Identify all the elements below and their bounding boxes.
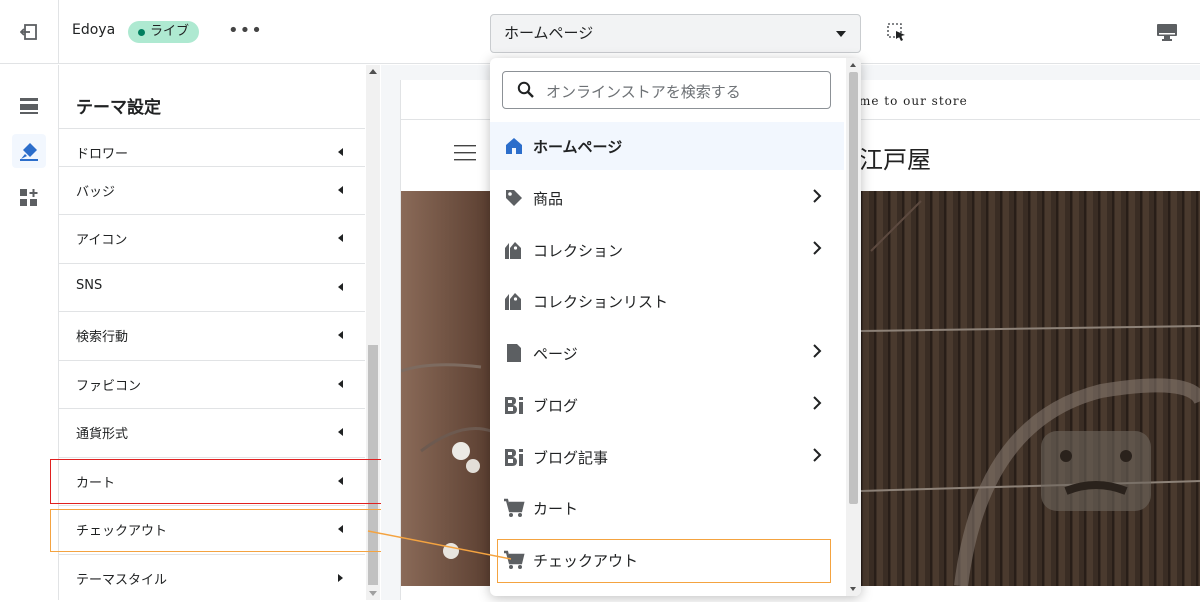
dropdown-item-label: 商品 <box>533 190 564 208</box>
setting-label: テーマスタイル <box>76 573 168 588</box>
chevron-right-icon <box>813 189 822 203</box>
scrollbar-thumb[interactable] <box>849 72 858 504</box>
highlight-checkout <box>50 509 382 552</box>
scroll-up-icon[interactable] <box>369 69 377 74</box>
store-name: Edoya <box>72 22 116 38</box>
caret-down-icon <box>836 31 846 37</box>
chevron-right-icon <box>813 396 822 410</box>
inspect-icon <box>887 23 905 41</box>
cart-icon <box>504 498 525 517</box>
dropdown-item-collections[interactable]: コレクション <box>490 226 844 274</box>
caret-left-icon <box>338 186 343 194</box>
store-logo[interactable]: 江戸屋 <box>859 140 931 175</box>
dropdown-item-label: ページ <box>533 345 578 363</box>
more-actions-button[interactable]: ••• <box>228 22 263 40</box>
dropdown-item-pages[interactable]: ページ <box>490 329 844 377</box>
dropdown-item-blogs[interactable]: ブログ <box>490 381 844 429</box>
setting-row-theme-style[interactable]: テーマスタイル <box>59 554 365 602</box>
blog-icon <box>505 449 523 466</box>
live-dot-icon <box>138 28 145 36</box>
sections-button[interactable] <box>12 89 46 123</box>
status-badge: ライブ <box>128 21 200 43</box>
dropdown-item-label: コレクション <box>533 242 624 260</box>
search-placeholder: オンラインストアを検索する <box>546 83 741 101</box>
theme-settings-button[interactable] <box>12 134 46 168</box>
panel-title: テーマ設定 <box>76 98 161 118</box>
top-bar: Edoya ライブ ••• ホームページ <box>0 0 1200 64</box>
collection-icon <box>505 293 521 310</box>
scroll-down-icon[interactable] <box>850 587 856 591</box>
desktop-icon <box>1157 24 1177 41</box>
dropdown-item-home[interactable]: ホームページ <box>490 122 844 170</box>
dropdown-item-cart[interactable]: カート <box>490 484 844 532</box>
blog-icon <box>505 397 523 414</box>
page-select[interactable]: ホームページ <box>490 14 861 53</box>
inspector-button[interactable] <box>886 22 908 46</box>
setting-row-icons[interactable]: アイコン <box>59 214 365 262</box>
setting-row-currency[interactable]: 通貨形式 <box>59 408 365 456</box>
dropdown-item-label: カート <box>533 500 579 518</box>
dropdown-item-collection-list[interactable]: コレクションリスト <box>490 277 844 325</box>
dropdown-scrollbar[interactable] <box>846 58 861 596</box>
tag-icon <box>506 190 522 206</box>
collection-icon <box>505 242 521 259</box>
dropdown-item-label: ブログ <box>533 397 579 415</box>
dropdown-item-blog-posts[interactable]: ブログ記事 <box>490 433 844 481</box>
dropdown-item-label: ブログ記事 <box>533 449 609 467</box>
exit-button[interactable] <box>0 0 59 64</box>
dropdown-item-products[interactable]: 商品 <box>490 174 844 222</box>
caret-left-icon <box>338 380 343 388</box>
caret-left-icon <box>338 283 343 291</box>
chevron-right-icon <box>813 448 822 462</box>
chevron-right-icon <box>813 344 822 358</box>
setting-label: ファビコン <box>76 379 142 394</box>
caret-left-icon <box>338 331 343 339</box>
setting-label: アイコン <box>76 233 128 248</box>
page-select-value: ホームページ <box>504 24 594 42</box>
announcement-text: me to our store <box>859 94 968 108</box>
page-select-dropdown: オンラインストアを検索する ホームページ 商品 コレクション コレクションリスト… <box>490 58 861 596</box>
scroll-down-icon[interactable] <box>369 591 377 596</box>
setting-label: SNS <box>76 278 103 293</box>
setting-label: バッジ <box>76 185 116 200</box>
home-icon <box>506 138 522 154</box>
setting-label: 検索行動 <box>76 330 129 345</box>
menu-icon[interactable] <box>454 144 476 166</box>
search-icon <box>517 81 534 98</box>
apps-button[interactable] <box>12 181 46 215</box>
search-input[interactable]: オンラインストアを検索する <box>502 71 831 109</box>
sections-icon <box>20 98 38 114</box>
setting-label: 通貨形式 <box>76 427 129 442</box>
highlight-dropdown-checkout <box>497 539 831 583</box>
caret-left-icon <box>338 428 343 436</box>
page-icon <box>507 344 521 362</box>
scroll-up-icon[interactable] <box>850 63 856 67</box>
caret-left-icon <box>338 148 343 156</box>
caret-left-icon <box>338 234 343 242</box>
apps-icon <box>20 189 38 206</box>
setting-row-sns[interactable]: SNS <box>59 263 365 311</box>
setting-label: ドロワー <box>76 147 129 162</box>
dropdown-item-label: ホームページ <box>533 138 623 156</box>
setting-row-search[interactable]: 検索行動 <box>59 311 365 359</box>
setting-row-badges[interactable]: バッジ <box>59 166 365 214</box>
paint-brush-icon <box>20 143 38 161</box>
exit-icon <box>20 24 37 40</box>
status-badge-label: ライブ <box>150 24 190 39</box>
chevron-right-icon <box>813 241 822 255</box>
desktop-preview-button[interactable] <box>1156 22 1178 46</box>
setting-row-favicon[interactable]: ファビコン <box>59 360 365 408</box>
dropdown-item-label: コレクションリスト <box>533 293 669 311</box>
caret-right-icon <box>338 574 343 582</box>
highlight-cart <box>50 459 382 504</box>
